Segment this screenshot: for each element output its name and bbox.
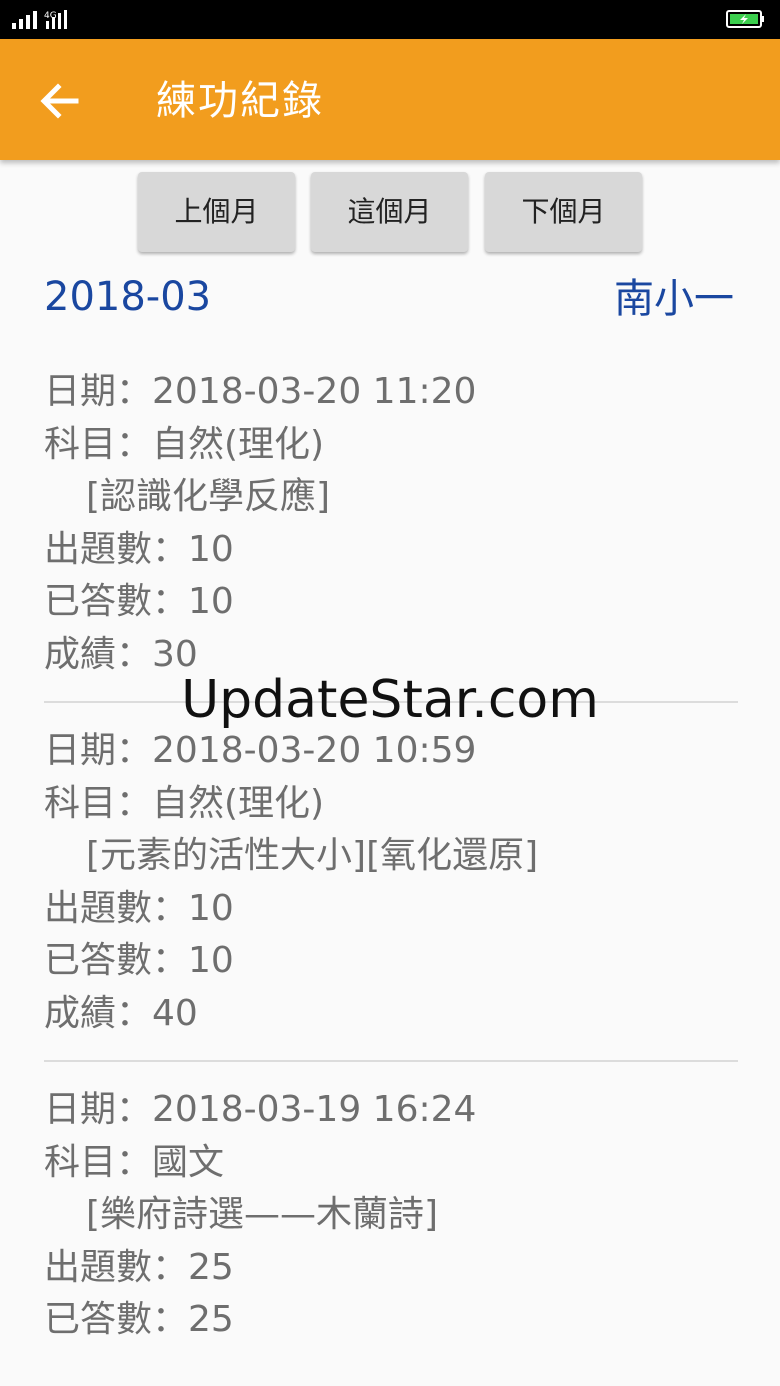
record-answered-line: 已答數：10 bbox=[44, 576, 738, 629]
questions-label: 出題數： bbox=[44, 887, 189, 929]
date-label: 日期： bbox=[44, 730, 153, 771]
record-answered-line: 已答數：25 bbox=[44, 1294, 738, 1347]
subject-value: 國文 bbox=[152, 1141, 225, 1183]
back-arrow-icon[interactable] bbox=[36, 79, 84, 123]
record-list: 日期：2018-03-20 11:20 科目：自然(理化) [認識化學反應] 出… bbox=[44, 366, 738, 1347]
subject-label: 科目： bbox=[44, 782, 153, 824]
date-value: 2018-03-20 11:20 bbox=[152, 371, 477, 412]
record-subject-line: 科目：自然(理化) bbox=[44, 778, 738, 831]
month-nav: 上個月 這個月 下個月 bbox=[0, 172, 780, 252]
record-date-line: 日期：2018-03-19 16:24 bbox=[44, 1084, 738, 1137]
score-value: 40 bbox=[152, 992, 198, 1034]
subject-value: 自然(理化) bbox=[152, 423, 325, 465]
divider bbox=[44, 1060, 738, 1062]
record-item: 日期：2018-03-19 16:24 科目：國文 [樂府詩選——木蘭詩] 出題… bbox=[44, 1084, 738, 1347]
subject-label: 科目： bbox=[44, 423, 153, 465]
record-score-line: 成績：40 bbox=[44, 988, 738, 1041]
answered-label: 已答數： bbox=[44, 940, 189, 981]
questions-value: 10 bbox=[188, 528, 234, 570]
app-bar: 練功紀錄 bbox=[0, 39, 780, 160]
record-questions-line: 出題數：25 bbox=[44, 1242, 738, 1295]
score-label: 成績： bbox=[44, 992, 153, 1034]
questions-label: 出題數： bbox=[44, 1246, 189, 1288]
record-subject-line: 科目：國文 bbox=[44, 1137, 738, 1190]
signal-icon: 4G bbox=[12, 10, 67, 29]
prev-month-button[interactable]: 上個月 bbox=[138, 172, 295, 252]
date-label: 日期： bbox=[44, 371, 153, 412]
answered-value: 10 bbox=[188, 940, 234, 981]
answered-value: 10 bbox=[188, 581, 234, 622]
date-value: 2018-03-20 10:59 bbox=[152, 730, 477, 771]
battery-charging-icon bbox=[726, 10, 764, 28]
record-topic: [認識化學反應] bbox=[86, 476, 331, 517]
questions-label: 出題數： bbox=[44, 528, 189, 570]
record-item: 日期：2018-03-20 11:20 科目：自然(理化) [認識化學反應] 出… bbox=[44, 366, 738, 681]
record-questions-line: 出題數：10 bbox=[44, 524, 738, 577]
questions-value: 10 bbox=[188, 887, 234, 929]
this-month-button[interactable]: 這個月 bbox=[311, 172, 468, 252]
subject-label: 科目： bbox=[44, 1141, 153, 1183]
record-date-line: 日期：2018-03-20 11:20 bbox=[44, 366, 738, 419]
record-topic: [樂府詩選——木蘭詩] bbox=[86, 1194, 439, 1235]
questions-value: 25 bbox=[188, 1246, 234, 1288]
page-title: 練功紀錄 bbox=[156, 78, 324, 124]
status-bar: 4G bbox=[0, 0, 780, 39]
student-name: 南小一 bbox=[614, 276, 734, 322]
date-label: 日期： bbox=[44, 1089, 153, 1130]
answered-value: 25 bbox=[188, 1299, 234, 1340]
record-answered-line: 已答數：10 bbox=[44, 935, 738, 988]
next-month-button[interactable]: 下個月 bbox=[485, 172, 642, 252]
answered-label: 已答數： bbox=[44, 1299, 189, 1340]
answered-label: 已答數： bbox=[44, 581, 189, 622]
watermark: UpdateStar.com bbox=[181, 670, 599, 730]
record-subject-line: 科目：自然(理化) bbox=[44, 419, 738, 472]
subject-value: 自然(理化) bbox=[152, 782, 325, 824]
record-item: 日期：2018-03-20 10:59 科目：自然(理化) [元素的活性大小][… bbox=[44, 725, 738, 1040]
record-topic: [元素的活性大小][氧化還原] bbox=[86, 835, 539, 876]
record-questions-line: 出題數：10 bbox=[44, 883, 738, 936]
month-label: 2018-03 bbox=[44, 274, 212, 320]
date-value: 2018-03-19 16:24 bbox=[152, 1089, 477, 1130]
